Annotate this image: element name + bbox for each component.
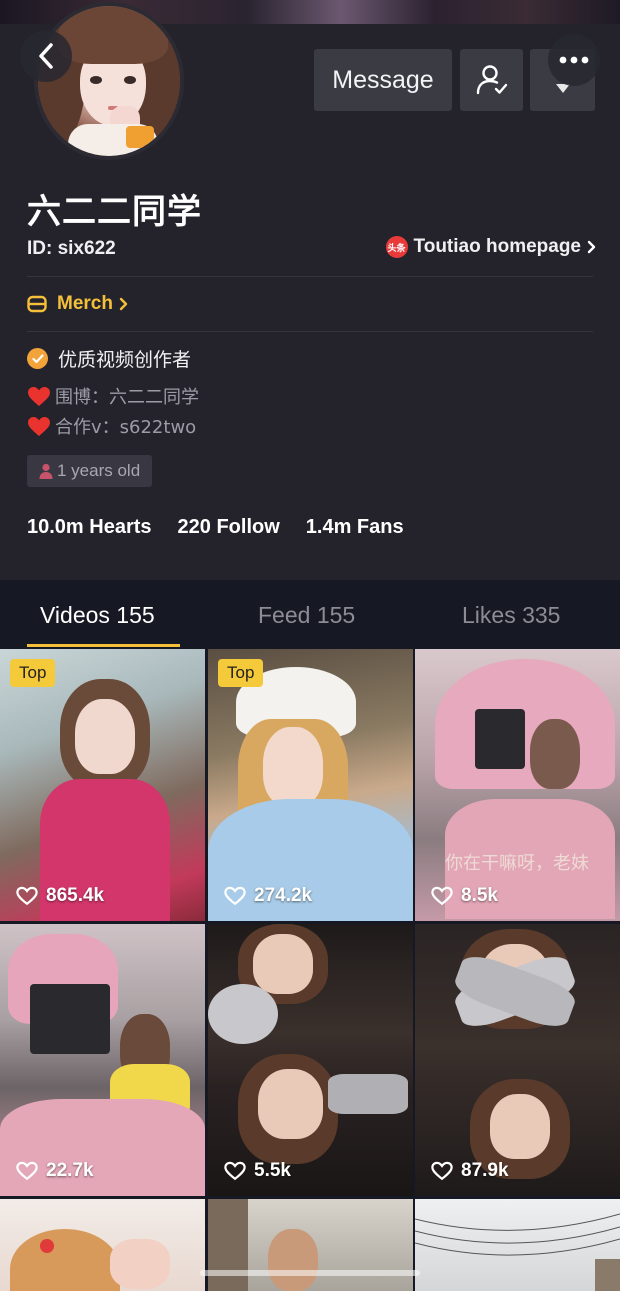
hearts-count: 10.0m Hearts xyxy=(27,516,152,538)
bio-line: 合作v：s622two xyxy=(27,413,196,439)
video-likes: 87.9k xyxy=(431,1160,509,1182)
video-thumbnail[interactable]: Top 865.4k xyxy=(0,649,205,921)
chevron-left-icon xyxy=(39,43,53,69)
chevron-right-icon xyxy=(119,297,128,311)
age-label: 1 years old xyxy=(57,461,141,480)
heart-outline-icon xyxy=(16,1161,38,1181)
back-button[interactable] xyxy=(20,30,72,82)
red-heart-icon xyxy=(28,386,50,406)
tab-videos[interactable]: Videos 155 xyxy=(40,602,155,629)
toutiao-homepage-link[interactable]: 头条 Toutiao homepage xyxy=(385,236,596,258)
user-id: ID: six622 xyxy=(27,238,116,259)
bio-text: 合作v：s622two xyxy=(55,417,197,438)
heart-outline-icon xyxy=(224,886,246,906)
pinned-badge: Top xyxy=(218,659,264,687)
toutiao-logo-icon: 头条 xyxy=(385,236,408,258)
more-dots-icon xyxy=(559,56,589,64)
video-likes: 22.7k xyxy=(16,1160,94,1182)
video-thumbnail[interactable] xyxy=(208,1199,413,1291)
red-heart-icon xyxy=(28,416,50,436)
person-icon xyxy=(39,463,53,479)
active-tab-indicator xyxy=(27,644,180,647)
video-likes: 5.5k xyxy=(224,1160,291,1182)
video-thumbnail[interactable]: 87.9k xyxy=(415,924,620,1196)
follow-button[interactable] xyxy=(460,49,523,111)
fans-count[interactable]: 1.4m Fans xyxy=(306,516,404,539)
video-thumbnail[interactable]: 5.5k xyxy=(208,924,413,1196)
shop-icon xyxy=(27,295,47,313)
toutiao-label: Toutiao homepage xyxy=(413,236,581,257)
video-caption: 你在干嘛呀，老妹 xyxy=(445,853,589,874)
divider xyxy=(27,276,593,277)
user-check-icon xyxy=(476,65,507,95)
profile-name: 六二二同学 xyxy=(27,192,202,232)
heart-outline-icon xyxy=(16,886,38,906)
stats-row: 10.0m Hearts 220 Follow 1.4m Fans xyxy=(27,516,430,539)
video-thumbnail[interactable] xyxy=(0,1199,205,1291)
message-button[interactable]: Message xyxy=(314,49,452,111)
video-thumbnail[interactable] xyxy=(415,1199,620,1291)
home-indicator xyxy=(200,1270,420,1276)
bio-text: 围博：六二二同学 xyxy=(55,387,199,408)
power-lines-image xyxy=(415,1213,620,1291)
avatar[interactable] xyxy=(34,2,184,160)
video-likes: 8.5k xyxy=(431,885,498,907)
heart-outline-icon xyxy=(431,886,453,906)
bio-line: 围博：六二二同学 xyxy=(27,383,199,409)
more-options-button[interactable] xyxy=(548,34,600,86)
video-thumbnail[interactable]: 你在干嘛呀，老妹 8.5k xyxy=(415,649,620,921)
video-thumbnail[interactable]: Top 274.2k xyxy=(208,649,413,921)
tab-feed[interactable]: Feed 155 xyxy=(258,602,355,629)
merch-label: Merch xyxy=(57,293,113,314)
pinned-badge: Top xyxy=(10,659,56,687)
verified-check-icon xyxy=(27,348,48,369)
divider xyxy=(27,331,593,332)
verified-text: 优质视频创作者 xyxy=(58,349,192,371)
content-tabs: Videos 155 Feed 155 Likes 335 xyxy=(0,580,620,648)
tab-likes[interactable]: Likes 335 xyxy=(462,602,560,629)
age-tag: 1 years old xyxy=(27,455,153,487)
video-likes: 274.2k xyxy=(224,885,312,907)
merch-link[interactable]: Merch xyxy=(27,293,128,315)
video-thumbnail[interactable]: 22.7k xyxy=(0,924,205,1196)
verified-creator: 优质视频创作者 xyxy=(27,345,191,372)
video-likes: 865.4k xyxy=(16,885,104,907)
follow-count[interactable]: 220 Follow xyxy=(178,516,280,539)
heart-outline-icon xyxy=(431,1161,453,1181)
chevron-right-icon xyxy=(587,240,596,254)
heart-outline-icon xyxy=(224,1161,246,1181)
